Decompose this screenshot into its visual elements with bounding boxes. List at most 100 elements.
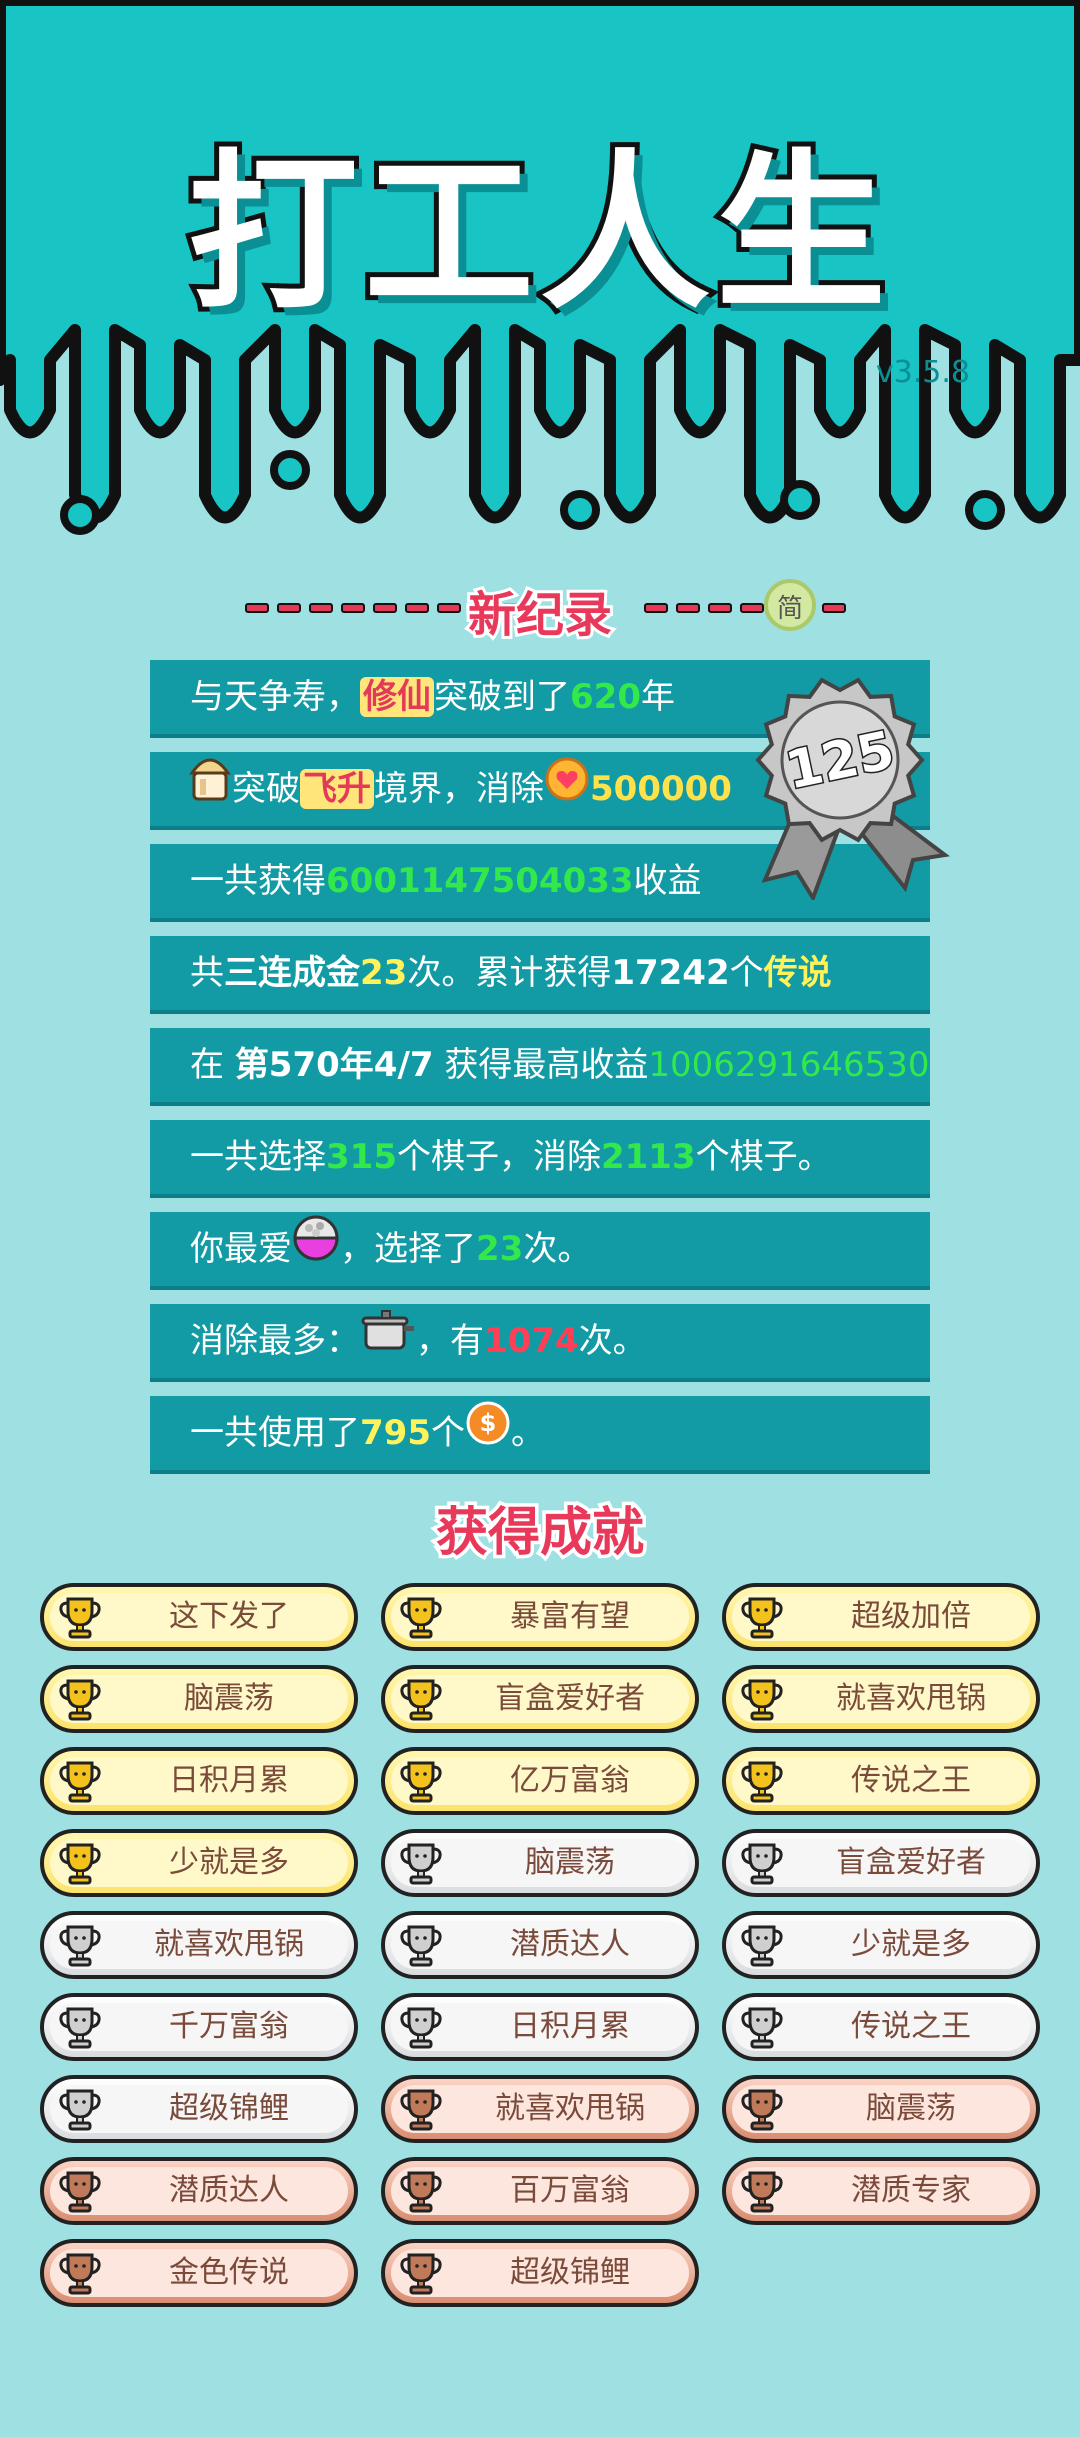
achievement-badge[interactable]: 日积月累 — [381, 1993, 699, 2061]
trophy-icon — [56, 1675, 104, 1723]
achievement-badge[interactable]: 传说之王 — [722, 1747, 1040, 1815]
row-text: 年 — [640, 677, 675, 717]
achievement-label: 这下发了 — [169, 1599, 289, 1634]
achievement-label: 超级锦鲤 — [169, 2091, 289, 2126]
trophy-icon — [56, 1921, 104, 1969]
achievement-label: 脑震荡 — [866, 2091, 956, 2126]
trophy-icon — [397, 2167, 445, 2215]
trophy-icon — [397, 2003, 445, 2051]
record-row: 一共使用了795个 $ 。 — [150, 1396, 930, 1474]
row-text: 获得最高收益 — [433, 1045, 649, 1085]
achievement-label: 就喜欢甩锅 — [154, 1927, 304, 1962]
row-number: 620 — [570, 677, 641, 717]
row-text: 个 — [729, 953, 764, 993]
row-number: 23 — [476, 1229, 524, 1269]
achievement-badge[interactable]: 潜质达人 — [40, 2157, 358, 2225]
achievement-badge[interactable]: 潜质达人 — [381, 1911, 699, 1979]
achievement-badge[interactable]: 这下发了 — [40, 1583, 358, 1651]
achievement-badge[interactable]: 超级锦鲤 — [381, 2239, 699, 2307]
row-number: 795 — [360, 1413, 431, 1453]
achievement-label: 盲盒爱好者 — [495, 1681, 645, 1716]
row-number: 1006291646530 — [648, 1045, 930, 1085]
achievement-badge[interactable]: 超级加倍 — [722, 1583, 1040, 1651]
row-text: 共 — [190, 953, 224, 993]
simplified-badge[interactable]: 简 — [764, 579, 816, 631]
achievement-label: 金色传说 — [169, 2255, 289, 2290]
achievement-label: 少就是多 — [851, 1927, 971, 1962]
row-number: 2113 — [600, 1137, 696, 1177]
medal-badge: 125 — [735, 660, 965, 903]
achievement-badge[interactable]: 就喜欢甩锅 — [40, 1911, 358, 1979]
achievement-label: 少就是多 — [169, 1845, 289, 1880]
achievement-badge[interactable]: 少就是多 — [40, 1829, 358, 1897]
achievement-badge[interactable]: 就喜欢甩锅 — [722, 1665, 1040, 1733]
row-text: 一共选择 — [190, 1137, 326, 1177]
achievement-badge[interactable]: 金色传说 — [40, 2239, 358, 2307]
record-row: 你最爱 ，选择了23次。 — [150, 1212, 930, 1290]
achievement-label: 潜质达人 — [510, 1927, 630, 1962]
trophy-icon — [738, 2085, 786, 2133]
version-label: v3.5.8 — [875, 355, 970, 390]
record-row: 消除最多： ，有1074次。 — [150, 1304, 930, 1382]
achievement-badge[interactable]: 少就是多 — [722, 1911, 1040, 1979]
achievement-badge[interactable]: 亿万富翁 — [381, 1747, 699, 1815]
trophy-icon — [738, 1839, 786, 1887]
achievement-label: 超级锦鲤 — [510, 2255, 630, 2290]
row-text: 一共获得 — [190, 861, 326, 901]
trophy-icon — [56, 2167, 104, 2215]
achievement-badge[interactable]: 暴富有望 — [381, 1583, 699, 1651]
achievement-label: 就喜欢甩锅 — [836, 1681, 986, 1716]
achievement-badge[interactable]: 脑震荡 — [381, 1829, 699, 1897]
row-text: 次。累计获得 — [407, 953, 612, 993]
achievement-badge[interactable]: 就喜欢甩锅 — [381, 2075, 699, 2143]
app-title: 打工人生 — [183, 130, 892, 338]
achievement-label: 脑震荡 — [525, 1845, 615, 1880]
trophy-icon — [397, 1921, 445, 1969]
trophy-icon — [56, 1593, 104, 1641]
row-text: 突破到了 — [434, 677, 570, 717]
achievement-label: 就喜欢甩锅 — [495, 2091, 645, 2126]
row-number: 1074 — [484, 1321, 579, 1361]
row-bold: 第570年4/7 — [234, 1045, 434, 1085]
row-text: 次。 — [578, 1321, 647, 1361]
achievement-label: 暴富有望 — [510, 1599, 630, 1634]
achievement-badge[interactable]: 超级锦鲤 — [40, 2075, 358, 2143]
achievement-label: 脑震荡 — [184, 1681, 274, 1716]
row-highlight: 飞升 — [300, 769, 374, 809]
record-header: 新纪录 简 — [0, 575, 1080, 646]
trophy-icon — [397, 2249, 445, 2297]
heart-coin-icon — [544, 754, 590, 827]
achievement-label: 日积月累 — [510, 2009, 630, 2044]
achievement-badge[interactable]: 盲盒爱好者 — [381, 1665, 699, 1733]
trophy-icon — [56, 1839, 104, 1887]
trophy-icon — [56, 2249, 104, 2297]
achievement-label: 传说之王 — [851, 2009, 971, 2044]
row-legend: 传说 — [763, 953, 832, 993]
row-text: 境界，消除 — [374, 769, 544, 809]
row-text: 个棋子。 — [695, 1137, 832, 1177]
achievement-label: 潜质专家 — [851, 2173, 971, 2208]
achievement-badge[interactable]: 脑震荡 — [722, 2075, 1040, 2143]
trophy-icon — [397, 1675, 445, 1723]
row-text: ，有 — [416, 1321, 484, 1361]
achievement-badge[interactable]: 潜质专家 — [722, 2157, 1040, 2225]
trophy-icon — [397, 1839, 445, 1887]
row-text: 个 — [430, 1413, 465, 1453]
achievement-label: 盲盒爱好者 — [836, 1845, 986, 1880]
achievement-label: 千万富翁 — [169, 2009, 289, 2044]
achievement-badge[interactable]: 百万富翁 — [381, 2157, 699, 2225]
achievement-badge[interactable]: 传说之王 — [722, 1993, 1040, 2061]
record-row: 共三连成金23次。累计获得17242个传说 — [150, 936, 930, 1014]
trophy-icon — [397, 2085, 445, 2133]
achievement-badge[interactable]: 日积月累 — [40, 1747, 358, 1815]
coin-icon: $ — [465, 1398, 511, 1471]
row-text: 突破 — [232, 769, 300, 809]
trophy-icon — [56, 2003, 104, 2051]
trophy-icon — [738, 1757, 786, 1805]
achievement-badge[interactable]: 盲盒爱好者 — [722, 1829, 1040, 1897]
achievement-label: 亿万富翁 — [510, 1763, 630, 1798]
header: 打工人生 v3.5.8 — [0, 0, 1080, 560]
trophy-icon — [56, 1757, 104, 1805]
achievement-badge[interactable]: 脑震荡 — [40, 1665, 358, 1733]
achievement-badge[interactable]: 千万富翁 — [40, 1993, 358, 2061]
